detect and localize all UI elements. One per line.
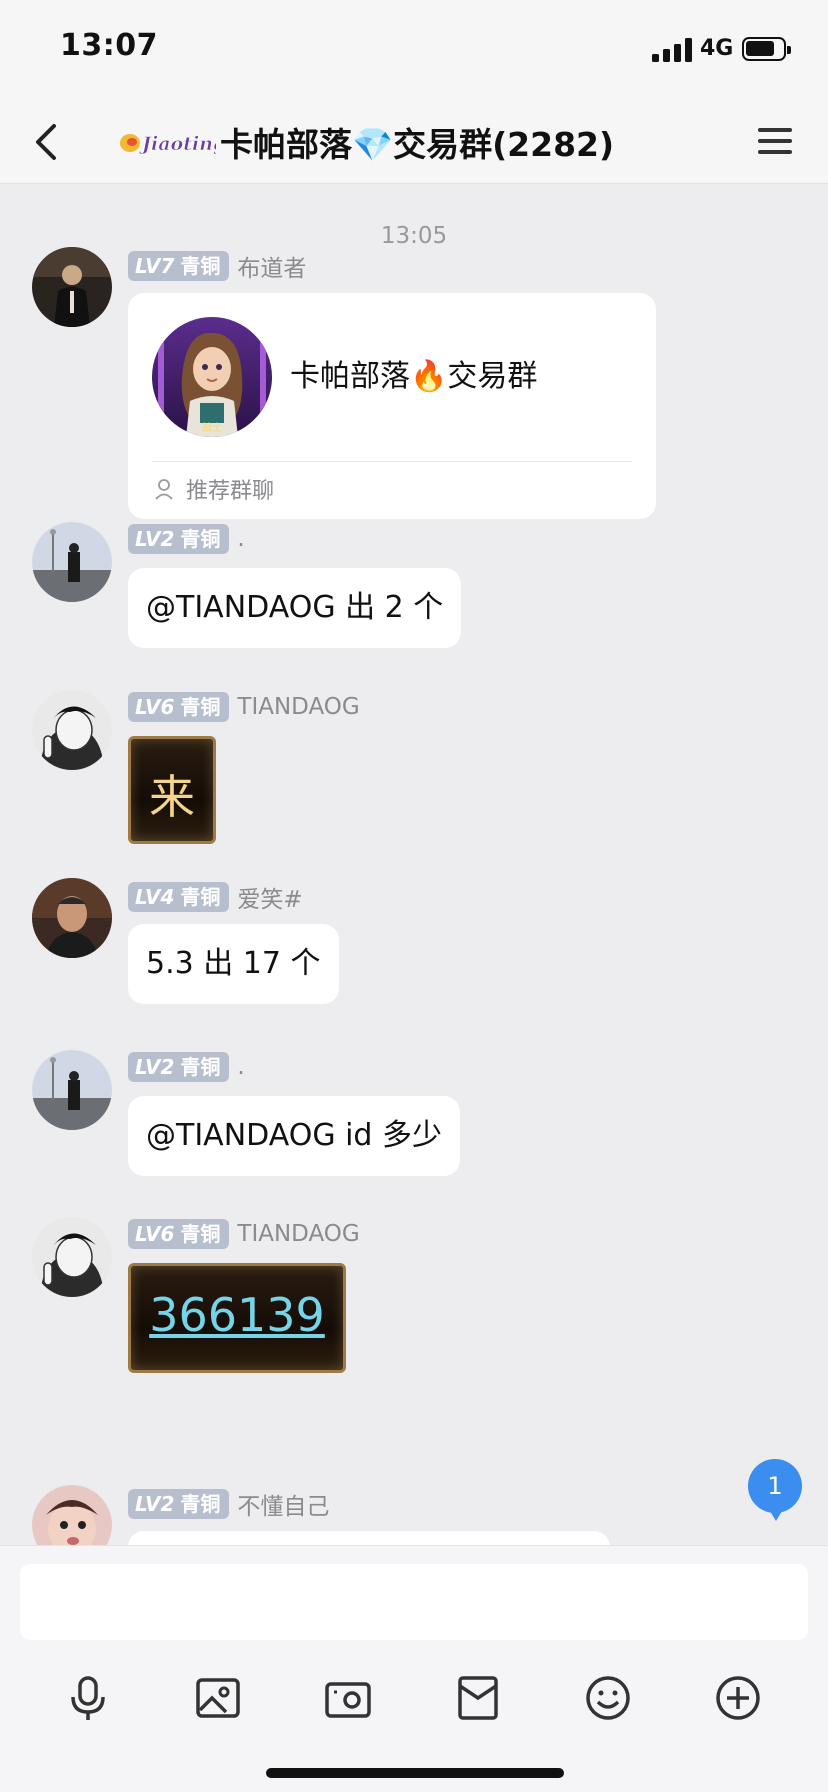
group-logo: Jiaoting <box>118 128 227 158</box>
cellular-signal-icon <box>652 38 694 62</box>
avatar[interactable] <box>32 690 112 770</box>
sender-name[interactable]: 爱笑# <box>237 880 302 914</box>
sender-name[interactable]: TIANDAOG <box>237 1221 359 1247</box>
avatar[interactable] <box>32 1217 112 1297</box>
avatar[interactable] <box>32 878 112 958</box>
chat-screen: 13:07 4G Jiaoting 卡帕部落💎交易群(2282) 13:05 <box>0 0 828 1792</box>
sender-meta: LV6 青铜 TIANDAOG <box>128 692 360 722</box>
person-icon <box>154 478 174 500</box>
level-badge: LV2 青铜 <box>128 1052 230 1082</box>
nav-bar: Jiaoting 卡帕部落💎交易群(2282) <box>0 100 828 184</box>
message-bubble[interactable]: 5.3 出 17 个 <box>128 924 339 1004</box>
avatar[interactable] <box>32 522 112 602</box>
status-time: 13:07 <box>60 28 158 63</box>
sender-name[interactable]: . <box>237 526 244 552</box>
sticker-text[interactable]: 366139 <box>131 1288 343 1342</box>
message-bubble[interactable] <box>128 1531 610 1545</box>
sticker-message[interactable]: 366139 <box>128 1263 346 1373</box>
status-bar: 13:07 4G <box>0 0 828 100</box>
svg-text:战士: 战士 <box>202 421 222 434</box>
sender-meta: LV2 青铜 不懂自己 <box>128 1487 329 1520</box>
level-badge: LV2 青铜 <box>128 524 230 554</box>
group-card-name: 卡帕部落🔥交易群 <box>290 359 538 394</box>
red-packet-icon[interactable] <box>452 1672 504 1724</box>
network-type: 4G <box>700 36 734 61</box>
plus-icon[interactable] <box>712 1672 764 1724</box>
microphone-icon[interactable] <box>62 1672 114 1724</box>
emoji-icon[interactable] <box>582 1672 634 1724</box>
menu-icon[interactable] <box>758 124 794 158</box>
group-invite-card[interactable]: 战士 卡帕部落🔥交易群 推荐群聊 <box>128 293 656 519</box>
divider <box>152 461 632 462</box>
group-card-footer: 推荐群聊 <box>186 479 275 504</box>
sender-meta: LV4 青铜 爱笑# <box>128 880 303 913</box>
level-badge: LV6 青铜 <box>128 692 230 722</box>
home-indicator[interactable] <box>266 1768 564 1778</box>
sender-name[interactable]: TIANDAOG <box>237 694 359 720</box>
sender-name[interactable]: 不懂自己 <box>237 1487 329 1521</box>
level-badge: LV2 青铜 <box>128 1489 230 1519</box>
sticker-message[interactable]: 来 <box>128 736 216 844</box>
camera-icon[interactable] <box>322 1672 374 1724</box>
sender-meta: LV6 青铜 TIANDAOG <box>128 1219 360 1249</box>
avatar[interactable] <box>32 1485 112 1545</box>
back-icon[interactable] <box>28 120 68 164</box>
level-badge: LV7 青铜 <box>128 251 230 281</box>
battery-icon <box>742 37 791 61</box>
image-icon[interactable] <box>192 1672 244 1724</box>
composer-toolbar <box>0 1672 828 1732</box>
level-badge: LV6 青铜 <box>128 1219 230 1249</box>
sender-meta: LV2 青铜. <box>128 524 245 554</box>
composer <box>0 1545 828 1792</box>
sender-name[interactable]: . <box>237 1054 244 1080</box>
avatar[interactable] <box>32 1050 112 1130</box>
level-badge: LV4 青铜 <box>128 882 230 912</box>
sender-meta: LV2 青铜. <box>128 1052 245 1082</box>
avatar[interactable] <box>32 247 112 327</box>
chat-title[interactable]: 卡帕部落💎交易群(2282) <box>220 118 614 166</box>
unread-count-badge[interactable]: 1 <box>748 1459 802 1521</box>
svg-text:Jiaoting: Jiaoting <box>139 133 216 155</box>
message-input[interactable] <box>20 1564 808 1640</box>
message-bubble[interactable]: @TIANDAOG id 多少 <box>128 1096 461 1176</box>
sender-meta: LV7 青铜 布道者 <box>128 249 306 282</box>
group-avatar: 战士 <box>152 317 272 437</box>
message-bubble[interactable]: @TIANDAOG 出 2 个 <box>128 568 462 648</box>
message-list[interactable]: 13:05 LV7 青铜 布道者 战士 卡帕部落🔥交易群 推荐群聊 LV2 青铜… <box>0 185 828 1545</box>
message-timestamp: 13:05 <box>380 223 448 249</box>
sticker-text: 来 <box>149 770 195 824</box>
sender-name[interactable]: 布道者 <box>237 249 306 283</box>
